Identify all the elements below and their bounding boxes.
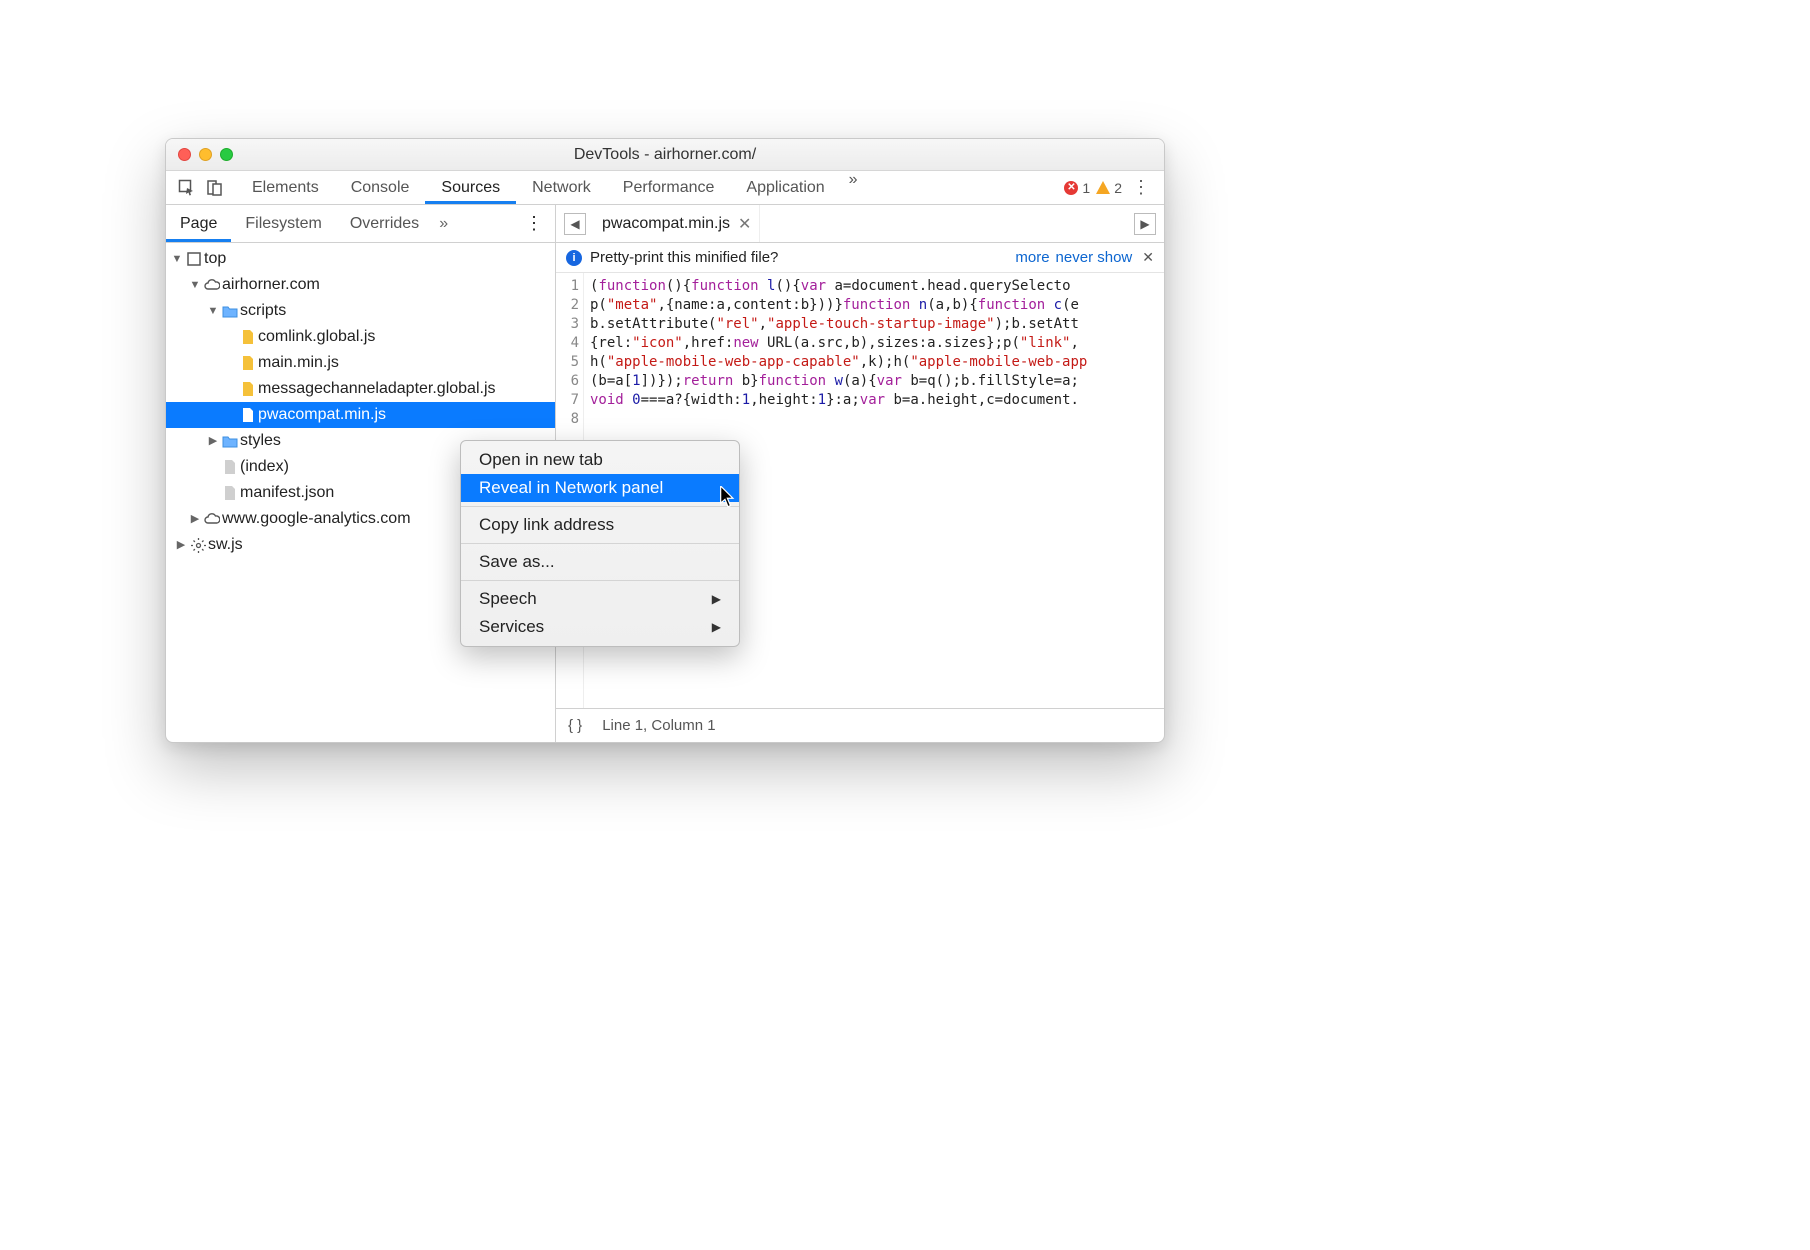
frame-icon — [184, 252, 204, 266]
js-file-icon — [238, 330, 258, 345]
chevron-right-icon: ▶ — [712, 620, 721, 634]
nav-back-icon[interactable]: ◀ — [564, 213, 586, 235]
pretty-print-banner: i Pretty-print this minified file? more … — [556, 243, 1164, 273]
ctx-speech[interactable]: Speech▶ — [461, 585, 739, 613]
js-file-icon — [238, 382, 258, 397]
tab-application[interactable]: Application — [730, 171, 840, 204]
main-tabs: Elements Console Sources Network Perform… — [236, 171, 866, 204]
chevron-down-icon: ▼ — [206, 298, 220, 324]
document-icon — [220, 460, 240, 475]
ctx-save-as[interactable]: Save as... — [461, 548, 739, 576]
tab-elements[interactable]: Elements — [236, 171, 335, 204]
folder-icon — [220, 305, 240, 318]
tree-file-pwacompat[interactable]: pwacompat.min.js — [166, 402, 555, 428]
inspect-element-icon[interactable] — [178, 179, 196, 197]
tree-file-messagechannel[interactable]: messagechanneladapter.global.js — [166, 376, 555, 402]
ctx-copy-link[interactable]: Copy link address — [461, 511, 739, 539]
titlebar: DevTools - airhorner.com/ — [166, 139, 1164, 171]
context-menu: Open in new tab Reveal in Network panel … — [460, 440, 740, 647]
cursor-icon — [720, 486, 736, 508]
ctx-reveal-network[interactable]: Reveal in Network panel — [461, 474, 739, 502]
tree-folder-scripts[interactable]: ▼ scripts — [166, 298, 555, 324]
ctx-open-new-tab[interactable]: Open in new tab — [461, 446, 739, 474]
folder-icon — [220, 435, 240, 448]
tree-file-main[interactable]: main.min.js — [166, 350, 555, 376]
window-title: DevTools - airhorner.com/ — [166, 146, 1164, 164]
tab-performance[interactable]: Performance — [607, 171, 731, 204]
document-icon — [220, 486, 240, 501]
close-tab-icon[interactable]: ✕ — [738, 214, 751, 234]
chevron-down-icon: ▼ — [188, 272, 202, 298]
tree-top[interactable]: ▼ top — [166, 246, 555, 272]
tree-file-comlink[interactable]: comlink.global.js — [166, 324, 555, 350]
ctx-separator — [461, 506, 739, 507]
chevron-right-icon: ▶ — [174, 532, 188, 558]
device-toggle-icon[interactable] — [206, 179, 224, 197]
error-icon: ✕ — [1064, 181, 1078, 195]
file-tab-pwacompat[interactable]: pwacompat.min.js ✕ — [594, 205, 760, 242]
ctx-services[interactable]: Services▶ — [461, 613, 739, 641]
error-count-badge[interactable]: ✕ 1 — [1064, 180, 1090, 196]
navigator-overflow-icon[interactable]: » — [433, 215, 454, 233]
editor-statusbar: { } Line 1, Column 1 — [556, 708, 1164, 742]
navigator-kebab-icon[interactable]: ⋮ — [513, 213, 555, 234]
main-toolbar: Elements Console Sources Network Perform… — [166, 171, 1164, 205]
banner-close-icon[interactable]: ✕ — [1142, 249, 1154, 266]
subtab-page[interactable]: Page — [166, 205, 231, 242]
chevron-right-icon: ▶ — [712, 592, 721, 606]
ctx-separator — [461, 580, 739, 581]
tab-network[interactable]: Network — [516, 171, 607, 204]
js-file-icon — [238, 356, 258, 371]
tree-domain-airhorner[interactable]: ▼ airhorner.com — [166, 272, 555, 298]
chevron-right-icon: ▶ — [206, 428, 220, 454]
gear-icon — [188, 538, 208, 553]
nav-forward-icon[interactable]: ▶ — [1134, 213, 1156, 235]
cloud-icon — [202, 513, 222, 525]
window-controls — [166, 148, 233, 161]
subtab-overrides[interactable]: Overrides — [336, 205, 433, 242]
tabs-overflow-icon[interactable]: » — [841, 171, 866, 204]
cursor-position: Line 1, Column 1 — [602, 717, 715, 734]
zoom-window-button[interactable] — [220, 148, 233, 161]
ctx-separator — [461, 543, 739, 544]
info-icon: i — [566, 250, 582, 266]
file-tabbar: ◀ pwacompat.min.js ✕ ▶ — [556, 205, 1164, 243]
tab-console[interactable]: Console — [335, 171, 426, 204]
chevron-down-icon: ▼ — [170, 246, 184, 272]
minimize-window-button[interactable] — [199, 148, 212, 161]
warning-icon — [1096, 181, 1110, 194]
pretty-print-toggle-icon[interactable]: { } — [568, 717, 582, 734]
chevron-right-icon: ▶ — [188, 506, 202, 532]
js-file-icon — [238, 408, 258, 423]
banner-more-link[interactable]: more — [1015, 249, 1049, 266]
banner-text: Pretty-print this minified file? — [590, 249, 778, 266]
subtab-filesystem[interactable]: Filesystem — [231, 205, 335, 242]
close-window-button[interactable] — [178, 148, 191, 161]
cloud-icon — [202, 279, 222, 291]
tab-sources[interactable]: Sources — [425, 171, 516, 204]
navigator-tabs: Page Filesystem Overrides » ⋮ — [166, 205, 555, 243]
banner-never-link[interactable]: never show — [1056, 249, 1133, 266]
warning-count-badge[interactable]: 2 — [1096, 180, 1122, 196]
settings-kebab-icon[interactable]: ⋮ — [1128, 177, 1154, 198]
